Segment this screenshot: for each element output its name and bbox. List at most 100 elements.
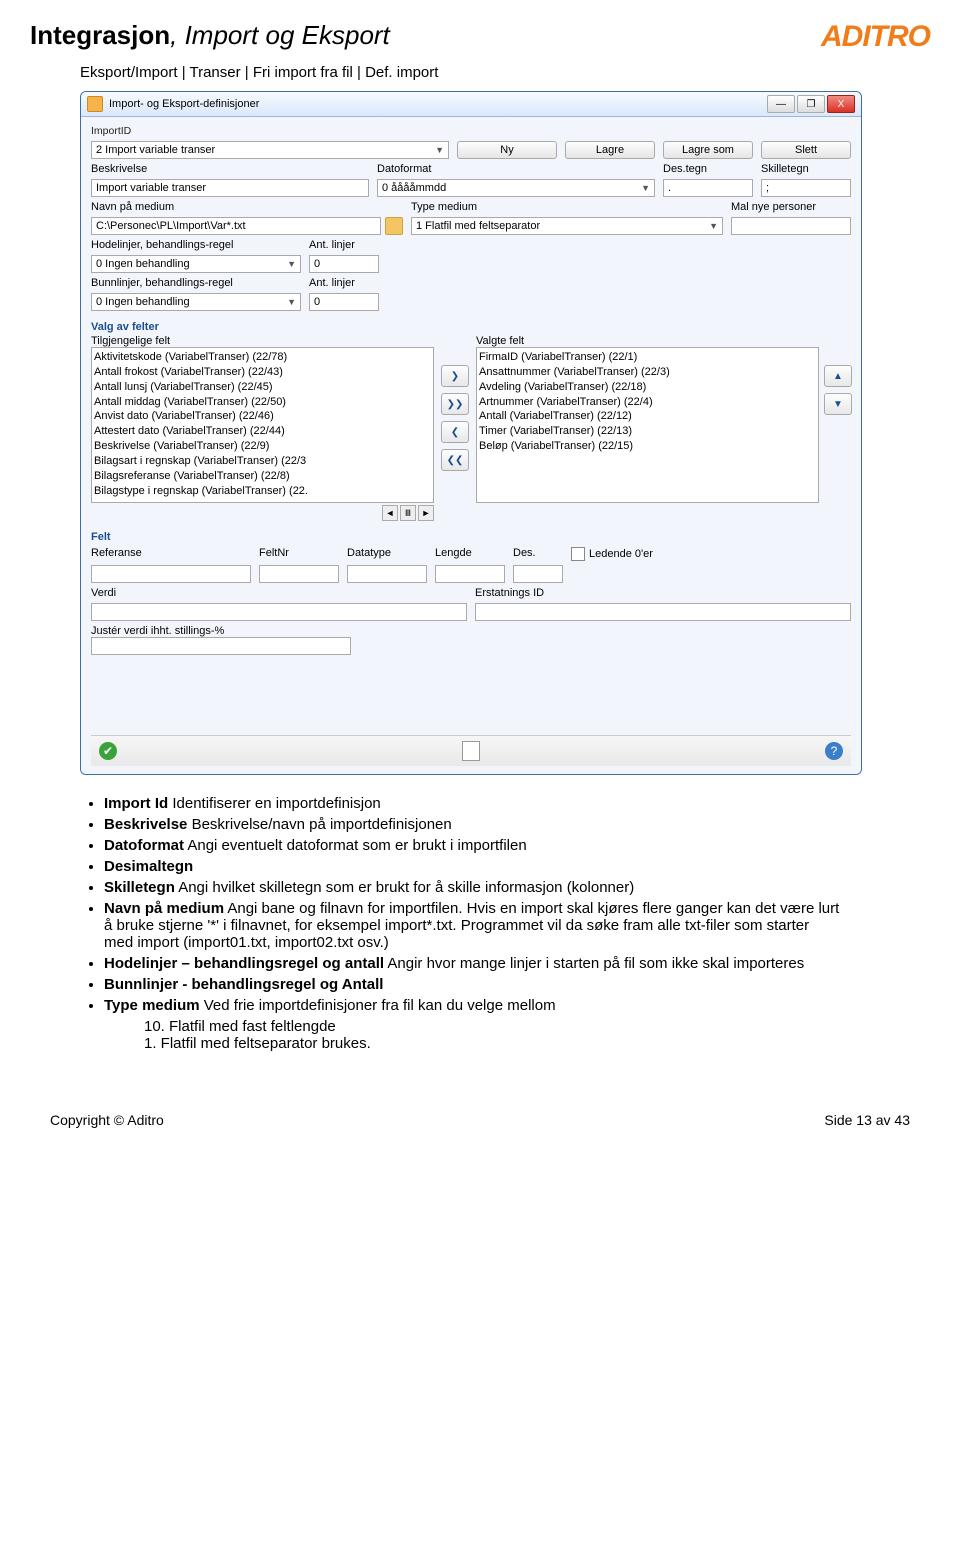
list-item[interactable]: Antall frokost (VariabelTranser) (22/43) <box>94 365 431 380</box>
skilletegn-input[interactable]: ; <box>761 179 851 197</box>
list-item[interactable]: Antall lunsj (VariabelTranser) (22/45) <box>94 380 431 395</box>
hode-ant-input[interactable]: 0 <box>309 255 379 273</box>
hodelinjer-select[interactable]: 0 Ingen behandling▼ <box>91 255 301 273</box>
titlebar: Import- og Eksport-definisjoner — ❐ X <box>81 92 861 117</box>
list-item[interactable]: Aktivitetskode (VariabelTranser) (22/78) <box>94 350 431 365</box>
move-up-button[interactable]: ▲ <box>824 365 852 387</box>
move-all-right-button[interactable]: ❯❯ <box>441 393 469 415</box>
bullet-item: Beskrivelse Beskrivelse/navn på importde… <box>104 816 840 833</box>
scroll-track: Ⅲ <box>400 505 416 521</box>
bullet-item: Skilletegn Angi hvilket skilletegn som e… <box>104 879 840 896</box>
list-item[interactable]: Anvist dato (VariabelTranser) (22/46) <box>94 409 431 424</box>
label-navnmedium: Navn på medium <box>91 201 403 213</box>
bunn-ant-input[interactable]: 0 <box>309 293 379 311</box>
move-down-button[interactable]: ▼ <box>824 393 852 415</box>
status-help-icon[interactable]: ? <box>825 742 843 760</box>
label-feltnr: FeltNr <box>259 547 339 561</box>
list-item[interactable]: FirmaID (VariabelTranser) (22/1) <box>479 350 816 365</box>
page-title: Integrasjon, Import og Eksport <box>30 20 390 51</box>
navnmedium-input[interactable]: C:\Personec\PL\Import\Var*.txt <box>91 217 381 235</box>
list-item[interactable]: Ansattnummer (VariabelTranser) (22/3) <box>479 365 816 380</box>
lagresom-button[interactable]: Lagre som <box>663 141 753 159</box>
label-antlinjer2: Ant. linjer <box>309 277 379 289</box>
list-item[interactable]: Timer (VariabelTranser) (22/13) <box>479 424 816 439</box>
label-erstatnings: Erstatnings ID <box>475 587 851 599</box>
list-item[interactable]: Antall (VariabelTranser) (22/12) <box>479 409 816 424</box>
lengde-input[interactable] <box>435 565 505 583</box>
label-hodelinjer: Hodelinjer, behandlings-regel <box>91 239 301 251</box>
destegn-input[interactable]: . <box>663 179 753 197</box>
list-item[interactable]: Artnummer (VariabelTranser) (22/4) <box>479 395 816 410</box>
list-item[interactable]: Beskrivelse (VariabelTranser) (22/9) <box>94 439 431 454</box>
label-juster: Justér verdi ihht. stillings-% <box>91 625 851 637</box>
minimize-button[interactable]: — <box>767 95 795 113</box>
label-typemedium: Type medium <box>411 201 723 213</box>
bullet-item: Import Id Identifiserer en importdefinis… <box>104 795 840 812</box>
content-text: Import Id Identifiserer en importdefinis… <box>80 795 840 1052</box>
list-item[interactable]: Bilagsreferanse (VariabelTranser) (22/8) <box>94 469 431 484</box>
label-verdi: Verdi <box>91 587 467 599</box>
label-beskrivelse: Beskrivelse <box>91 163 369 175</box>
label-datatype: Datatype <box>347 547 427 561</box>
feltnr-input[interactable] <box>259 565 339 583</box>
juster-input[interactable] <box>91 637 351 655</box>
label-datoformat: Datoformat <box>377 163 655 175</box>
label-destegn: Des.tegn <box>663 163 753 175</box>
bullet-item: Navn på medium Angi bane og filnavn for … <box>104 900 840 951</box>
window-icon <box>87 96 103 112</box>
label-importid: ImportID <box>91 125 449 137</box>
footer-left: Copyright © Aditro <box>50 1112 164 1128</box>
lagre-button[interactable]: Lagre <box>565 141 655 159</box>
bullet-item: Datoformat Angi eventuelt datoformat som… <box>104 837 840 854</box>
datoformat-select[interactable]: 0 ååååmmdd▼ <box>377 179 655 197</box>
list-item[interactable]: Bilagstype i regnskap (VariabelTranser) … <box>94 484 431 499</box>
bunnlinjer-select[interactable]: 0 Ingen behandling▼ <box>91 293 301 311</box>
label-bunnlinjer: Bunnlinjer, behandlings-regel <box>91 277 301 289</box>
list-item[interactable]: Avdeling (VariabelTranser) (22/18) <box>479 380 816 395</box>
browse-folder-icon[interactable] <box>385 217 403 235</box>
move-right-button[interactable]: ❯ <box>441 365 469 387</box>
label-referanse: Referanse <box>91 547 251 561</box>
status-ok-icon[interactable]: ✔ <box>99 742 117 760</box>
typemedium-select[interactable]: 1 Flatfil med feltseparator▼ <box>411 217 723 235</box>
list-item[interactable]: Antall middag (VariabelTranser) (22/50) <box>94 395 431 410</box>
bullet-item: Desimaltegn <box>104 858 840 875</box>
datatype-input[interactable] <box>347 565 427 583</box>
label-ledende: Ledende 0'er <box>589 548 653 560</box>
importid-select[interactable]: 2 Import variable transer▼ <box>91 141 449 159</box>
verdi-input[interactable] <box>91 603 467 621</box>
app-window: Import- og Eksport-definisjoner — ❐ X Im… <box>80 91 862 775</box>
label-lengde: Lengde <box>435 547 505 561</box>
malnye-input[interactable] <box>731 217 851 235</box>
label-des: Des. <box>513 547 563 561</box>
slett-button[interactable]: Slett <box>761 141 851 159</box>
ledende-checkbox[interactable] <box>571 547 585 561</box>
maximize-button[interactable]: ❐ <box>797 95 825 113</box>
label-antlinjer1: Ant. linjer <box>309 239 379 251</box>
beskrivelse-input[interactable]: Import variable transer <box>91 179 369 197</box>
available-fields-list[interactable]: Aktivitetskode (VariabelTranser) (22/78)… <box>91 347 434 503</box>
list-item[interactable]: Bilagsart i regnskap (VariabelTranser) (… <box>94 454 431 469</box>
status-doc-icon[interactable] <box>462 741 480 761</box>
title-rest: , Import og Eksport <box>170 20 390 50</box>
sublist-item: 10. Flatfil med fast feltlengde <box>144 1018 840 1035</box>
section-felt: Felt <box>91 531 851 543</box>
window-title: Import- og Eksport-definisjoner <box>109 98 259 110</box>
move-all-left-button[interactable]: ❮❮ <box>441 449 469 471</box>
close-button[interactable]: X <box>827 95 855 113</box>
ny-button[interactable]: Ny <box>457 141 557 159</box>
scroll-right-icon[interactable]: ► <box>418 505 434 521</box>
des-input[interactable] <box>513 565 563 583</box>
sublist-item: 1. Flatfil med feltseparator brukes. <box>144 1035 840 1052</box>
referanse-input[interactable] <box>91 565 251 583</box>
title-bold: Integrasjon <box>30 20 170 50</box>
bullet-item: Hodelinjer – behandlingsregel og antall … <box>104 955 840 972</box>
label-skilletegn: Skilletegn <box>761 163 851 175</box>
list-item[interactable]: Beløp (VariabelTranser) (22/15) <box>479 439 816 454</box>
scroll-left-icon[interactable]: ◄ <box>382 505 398 521</box>
move-left-button[interactable]: ❮ <box>441 421 469 443</box>
statusbar: ✔ ? <box>91 735 851 766</box>
selected-fields-list[interactable]: FirmaID (VariabelTranser) (22/1)Ansattnu… <box>476 347 819 503</box>
erstatnings-input[interactable] <box>475 603 851 621</box>
list-item[interactable]: Attestert dato (VariabelTranser) (22/44) <box>94 424 431 439</box>
